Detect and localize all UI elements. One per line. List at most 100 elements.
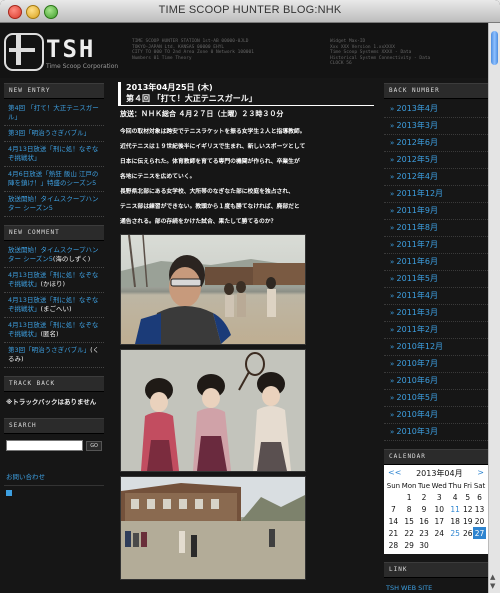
site-logo-text[interactable]: TSH: [46, 35, 95, 63]
scroll-up-arrow-icon[interactable]: ▲: [490, 573, 495, 581]
back-number-link[interactable]: 2011年2月: [384, 322, 488, 339]
post-photo-2: [120, 349, 306, 472]
calendar-day: 18: [450, 516, 460, 526]
window-title: TIME SCOOP HUNTER BLOG:NHK: [158, 4, 342, 16]
back-number-widget: BACK NUMBER 2013年4月2013年3月2012年6月2012年5月…: [384, 83, 488, 441]
comment-item[interactable]: 4月13日放送「刑に処！なぞなぞ挑戦状」(匿名): [4, 318, 104, 343]
back-number-link[interactable]: 2011年4月: [384, 288, 488, 305]
trackback-widget: TRACK BACK ※トラックバックはありません: [4, 376, 104, 410]
new-entry-heading: NEW ENTRY: [4, 83, 104, 99]
comment-author: (かほり): [40, 280, 66, 288]
back-number-link[interactable]: 2011年6月: [384, 254, 488, 271]
comment-item[interactable]: 4月13日放送「刑に処！なぞなぞ挑戦状」(まごへい): [4, 293, 104, 318]
back-number-link[interactable]: 2012年6月: [384, 135, 488, 152]
post-paragraph: 通告される。部の存続をかけた試合、果たして勝てるのか？: [120, 219, 277, 225]
calendar-weekday: Thu: [448, 482, 462, 490]
scrollbar-thumb[interactable]: [491, 31, 498, 65]
calendar-prev-link[interactable]: <<: [388, 468, 401, 479]
calendar-weekday: Mon: [401, 482, 417, 490]
header-info-text: TIME SCOOP HUNTER STATION 1st-AB 00000-0…: [132, 39, 254, 61]
post-date: 2013年04月25日 (木): [118, 82, 374, 93]
search-go-button[interactable]: GO: [86, 440, 102, 451]
calendar-day: 6: [477, 492, 482, 502]
back-number-link[interactable]: 2011年7月: [384, 237, 488, 254]
calendar-day: 12: [463, 504, 473, 514]
back-number-link[interactable]: 2010年7月: [384, 356, 488, 373]
comment-item[interactable]: 放送開始！タイムスクープハンター シーズン5(海のしずく): [4, 243, 104, 268]
back-number-link[interactable]: 2010年5月: [384, 390, 488, 407]
calendar-day[interactable]: 11: [448, 503, 463, 515]
back-number-link[interactable]: 2012年4月: [384, 169, 488, 186]
entry-link[interactable]: 放送開始！タイムスクープハンター シーズン5: [4, 192, 104, 217]
calendar-day: 21: [388, 528, 399, 538]
calendar-day: 14: [388, 516, 399, 526]
calendar-month: 2013年04月: [416, 469, 463, 478]
calendar-empty-cell: [473, 539, 486, 551]
entry-link[interactable]: 4月6日放送「熱狂 飯山 江戸の陣を鎮け！」特盛のシーズン5: [4, 167, 104, 192]
post-paragraph: 今回の取材対象は跨安でテニスラケットを振る女学生２人と指導教師。: [120, 129, 306, 135]
calendar-day: 8: [406, 504, 412, 514]
scroll-down-arrow-icon[interactable]: ▼: [490, 582, 495, 590]
entry-link[interactable]: 第4回 「打て！大正テニスガール」: [4, 101, 104, 126]
link-heading: LINK: [384, 562, 488, 578]
calendar-weekday: Sun: [386, 482, 401, 490]
back-number-link[interactable]: 2013年4月: [384, 101, 488, 118]
new-comment-heading: NEW COMMENT: [4, 225, 104, 241]
calendar-day: 22: [404, 528, 414, 538]
calendar-day: 28: [388, 540, 399, 550]
entry-link[interactable]: 第3回「明治うさぎバブル」: [4, 126, 104, 142]
comment-item[interactable]: 第3回「明治うさぎバブル」(くるみ): [4, 343, 104, 368]
post-paragraph: 長野県北部にある女学校、大所帯のなぎなた部に校庭を独占され、: [120, 189, 294, 195]
back-number-link[interactable]: 2011年9月: [384, 203, 488, 220]
entry-link[interactable]: 4月13日放送「刑に処！なぞなぞ挑戦状」: [4, 142, 104, 167]
back-number-link[interactable]: 2011年3月: [384, 305, 488, 322]
calendar-day: 24: [434, 528, 445, 538]
search-input[interactable]: [6, 440, 84, 451]
post-paragraph: 近代テニスは１９世紀後半にイギリスで生まれ、新しいスポーツとして: [120, 144, 306, 150]
rss-icon[interactable]: [6, 490, 12, 496]
calendar-next-link[interactable]: >: [477, 468, 484, 479]
trackback-heading: TRACK BACK: [4, 376, 104, 392]
back-number-link[interactable]: 2010年12月: [384, 339, 488, 356]
calendar-day: 17: [434, 516, 445, 526]
calendar-widget: CALENDAR << 2013年04月 > Sun Mon Tue Wed Thu Fr…: [384, 449, 488, 554]
calendar-day: 3: [436, 492, 442, 502]
calendar-day[interactable]: 25: [448, 527, 463, 539]
header-info-text-2: Widget Max-ID Xxx XXX Version 1.xxXXXX T…: [330, 39, 431, 66]
right-sidebar: BACK NUMBER 2013年4月2013年3月2012年6月2012年5月…: [384, 83, 488, 593]
post-paragraph: 日本に伝えられた。体育教師を育てる専門の機関が作られ、卒業生が: [120, 159, 300, 165]
site-header: TSH Time Scoop Corporation TIME SCOOP HU…: [0, 23, 489, 78]
new-comment-widget: NEW COMMENT 放送開始！タイムスクープハンター シーズン5(海のしずく…: [4, 225, 104, 368]
vertical-scrollbar[interactable]: ▲ ▼: [488, 23, 500, 593]
back-number-link[interactable]: 2013年3月: [384, 118, 488, 135]
calendar-empty-cell: [462, 539, 473, 551]
calendar-weekday: Sat: [473, 482, 486, 490]
back-number-link[interactable]: 2011年12月: [384, 186, 488, 203]
calendar-weekday: Wed: [431, 482, 447, 490]
calendar-day[interactable]: 27: [473, 527, 486, 539]
comment-author: (まごへい): [40, 305, 72, 313]
tsh-logo-icon[interactable]: [4, 33, 44, 71]
link-widget: LINK TSH WEB SITE: [384, 562, 488, 593]
comment-link[interactable]: 第3回「明治うさぎバブル」: [8, 346, 90, 354]
broadcast-info: 放送：ＮＨＫ総合 ４月２７日（土曜）２３時３０分: [120, 110, 284, 118]
main-content: 2013年04月25日 (木) 第４回 「打て！大正テニスガール」 放送：ＮＨＫ…: [118, 80, 374, 580]
calendar-day: 9: [421, 504, 427, 514]
back-number-link[interactable]: 2010年6月: [384, 373, 488, 390]
calendar-day: 10: [434, 504, 445, 514]
back-number-link[interactable]: 2010年4月: [384, 407, 488, 424]
calendar-day: 26: [463, 528, 473, 538]
contact-link[interactable]: お問い合わせ: [4, 465, 104, 486]
calendar-day: 1: [406, 492, 412, 502]
back-number-link[interactable]: 2010年3月: [384, 424, 488, 441]
calendar-day: 30: [419, 540, 429, 550]
back-number-link[interactable]: 2011年5月: [384, 271, 488, 288]
new-entry-widget: NEW ENTRY 第4回 「打て！大正テニスガール」 第3回「明治うさぎバブル…: [4, 83, 104, 217]
tsh-web-site-link[interactable]: TSH WEB SITE: [384, 578, 488, 593]
back-number-link[interactable]: 2012年5月: [384, 152, 488, 169]
calendar-day: 23: [419, 528, 429, 538]
back-number-link[interactable]: 2011年8月: [384, 220, 488, 237]
post-title[interactable]: 第４回 「打て！大正テニスガール」: [118, 93, 374, 106]
calendar-weekday: Tue: [418, 482, 431, 490]
comment-item[interactable]: 4月13日放送「刑に処！なぞなぞ挑戦状」(かほり): [4, 268, 104, 293]
